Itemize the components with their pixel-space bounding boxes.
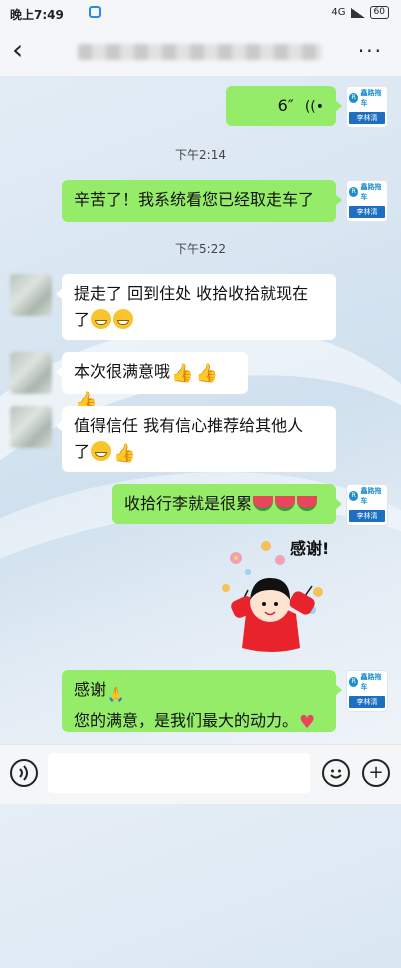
watermelon-icon bbox=[253, 496, 274, 511]
grin-emoji-icon bbox=[113, 309, 134, 329]
timestamp: 下午2:14 bbox=[175, 148, 226, 162]
pray-emoji-icon: 🙏 bbox=[107, 687, 125, 703]
avatar-name: 李林清 bbox=[349, 510, 385, 522]
logo-mark-icon: R bbox=[349, 187, 359, 197]
thumbs-up-icon: 👍 bbox=[195, 363, 218, 384]
watermelon-icon bbox=[297, 496, 318, 511]
emoji-face-icon[interactable] bbox=[322, 759, 350, 787]
avatar-name: 李林清 bbox=[349, 696, 385, 708]
message-text: 了 bbox=[74, 442, 91, 461]
logo-mark-icon: R bbox=[349, 93, 359, 103]
message-text: 提走了 回到住处 收拾收拾就现在 bbox=[74, 284, 309, 303]
app-notification-icon bbox=[89, 6, 101, 18]
thank-you-sticker[interactable]: 感谢! bbox=[208, 530, 338, 660]
sticker-illustration: 感谢! bbox=[222, 539, 329, 652]
agent-avatar[interactable]: R 鑫路拖车 李林清 bbox=[346, 670, 388, 712]
message-text-input[interactable] bbox=[48, 753, 310, 793]
more-options-icon[interactable]: ··· bbox=[358, 41, 383, 61]
battery-icon: 60 bbox=[369, 6, 389, 19]
message-input-bar: + bbox=[0, 744, 401, 804]
message-text: 您的满意，是我们最大的动力。 bbox=[74, 711, 299, 730]
agent-avatar[interactable]: R 鑫路拖车 李林清 bbox=[346, 180, 388, 222]
voice-duration: 6″ bbox=[277, 96, 294, 115]
avatar-logo-text: 鑫路拖车 bbox=[360, 183, 382, 201]
chat-title-blurred bbox=[78, 44, 322, 60]
agent-avatar[interactable]: R 鑫路拖车 李林清 bbox=[346, 484, 388, 526]
message-text: 感谢 bbox=[74, 680, 107, 699]
customer-avatar[interactable] bbox=[10, 352, 52, 394]
message-bubble[interactable]: 辛苦了！我系统看您已经取走车了 bbox=[62, 180, 342, 222]
avatar-logo-text: 鑫路拖车 bbox=[360, 487, 382, 505]
sticker-caption: 感谢! bbox=[290, 539, 329, 558]
voice-wave-icon: ((• bbox=[304, 99, 324, 115]
watermelon-icon bbox=[275, 496, 296, 511]
agent-avatar[interactable]: R 鑫路拖车 李林清 bbox=[346, 86, 388, 128]
thumbs-up-icon: 👍 bbox=[113, 443, 136, 464]
voice-message-bubble[interactable]: 6″ ((• bbox=[226, 86, 342, 126]
status-time: 晚上7:49 bbox=[10, 8, 64, 22]
message-bubble[interactable]: 值得信任 我有信心推荐给其他人 了 👍 bbox=[56, 406, 336, 472]
avatar-name: 李林清 bbox=[349, 112, 385, 124]
logo-mark-icon: R bbox=[349, 491, 359, 501]
message-bubble[interactable]: 本次很满意哦👍 👍👍 bbox=[56, 352, 248, 412]
back-arrow-icon[interactable]: ‹ bbox=[12, 36, 23, 64]
thumbs-up-icon: 👍 bbox=[171, 363, 194, 384]
message-text: 值得信任 我有信心推荐给其他人 bbox=[74, 416, 304, 435]
logo-mark-icon: R bbox=[349, 677, 359, 687]
message-bubble[interactable]: 收拾行李就是很累 bbox=[112, 484, 342, 524]
timestamp: 下午5:22 bbox=[175, 242, 226, 256]
heart-icon: ♥ bbox=[299, 712, 316, 733]
network-label: 4G bbox=[331, 7, 346, 18]
chat-header: ‹ ··· bbox=[0, 26, 401, 76]
status-indicators: 4G 60 bbox=[331, 6, 389, 19]
grin-emoji-icon bbox=[91, 441, 112, 461]
avatar-logo-text: 鑫路拖车 bbox=[360, 89, 382, 107]
status-bar: 晚上7:49 4G 60 bbox=[0, 0, 401, 26]
avatar-name: 李林清 bbox=[349, 206, 385, 218]
message-text: 收拾行李就是很累 bbox=[124, 494, 253, 513]
message-bubble[interactable]: 感谢🙏 您的满意，是我们最大的动力。♥ bbox=[62, 670, 342, 733]
add-circle-icon[interactable]: + bbox=[362, 759, 390, 787]
message-text: 辛苦了！我系统看您已经取走车了 bbox=[74, 190, 315, 209]
customer-avatar[interactable] bbox=[10, 406, 52, 448]
customer-avatar[interactable] bbox=[10, 274, 52, 316]
voice-input-icon[interactable] bbox=[10, 759, 38, 787]
grin-emoji-icon bbox=[91, 309, 112, 329]
avatar-logo-text: 鑫路拖车 bbox=[360, 673, 382, 691]
message-text: 本次很满意哦 bbox=[74, 362, 171, 381]
message-text: 了 bbox=[74, 310, 91, 329]
signal-icon bbox=[350, 7, 365, 18]
message-bubble[interactable]: 提走了 回到住处 收拾收拾就现在 了 bbox=[56, 274, 336, 340]
